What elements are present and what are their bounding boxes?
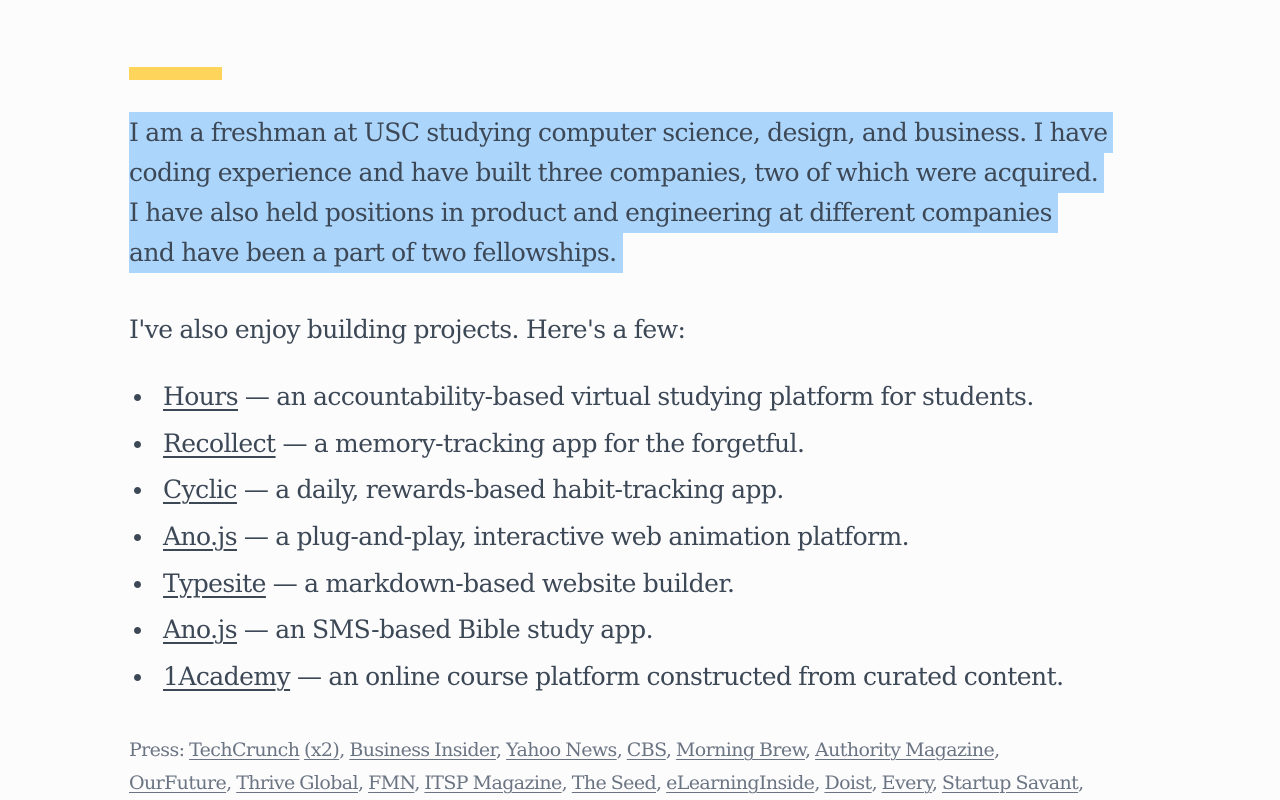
project-item: Ano.js — a plug-and-play, interactive we… bbox=[129, 517, 1064, 564]
project-description: — a plug-and-play, interactive web anima… bbox=[237, 522, 910, 552]
project-item: Ano.js — an SMS-based Bible study app. bbox=[129, 610, 1064, 657]
bullet-icon bbox=[134, 627, 141, 635]
press-link-startup-savant[interactable]: Startup Savant bbox=[942, 772, 1079, 794]
intro-line-text: and have been a part of two fellowships. bbox=[129, 232, 623, 273]
press-link-techcrunch-2[interactable]: (x2) bbox=[304, 739, 340, 761]
press-link-itsp-magazine[interactable]: ITSP Magazine bbox=[424, 772, 562, 794]
intro-line: and have been a part of two fellowships. bbox=[129, 232, 1189, 273]
press-link-business-insider[interactable]: Business Insider bbox=[349, 739, 496, 761]
press-label: Press: bbox=[129, 739, 190, 761]
press-link-fmn[interactable]: FMN bbox=[368, 772, 415, 794]
press-link-authority-magazine[interactable]: Authority Magazine bbox=[815, 739, 995, 761]
project-description: — an SMS-based Bible study app. bbox=[237, 615, 654, 645]
project-item: Cyclic — a daily, rewards-based habit-tr… bbox=[129, 470, 1064, 517]
bullet-icon bbox=[134, 394, 141, 401]
press-link-morning-brew[interactable]: Morning Brew bbox=[676, 739, 806, 761]
project-link-1academy[interactable]: 1Academy bbox=[163, 662, 291, 691]
bullet-icon bbox=[134, 487, 141, 495]
bullet-icon bbox=[134, 674, 141, 682]
press-link-the-seed[interactable]: The Seed bbox=[572, 772, 657, 794]
intro-line-text: I have also held positions in product an… bbox=[129, 192, 1058, 233]
project-item: Recollect — a memory-tracking app for th… bbox=[129, 424, 1064, 471]
press-link-yahoo-news[interactable]: Yahoo News bbox=[506, 739, 617, 761]
intro-line: coding experience and have built three c… bbox=[129, 152, 1189, 193]
press-link-cbs[interactable]: CBS bbox=[627, 739, 667, 761]
project-item: 1Academy — an online course platform con… bbox=[129, 657, 1064, 704]
intro-line-text: coding experience and have built three c… bbox=[129, 152, 1105, 193]
bullet-icon bbox=[134, 440, 141, 448]
press-link-elearninginside[interactable]: eLearningInside bbox=[666, 772, 815, 794]
intro-line: I have also held positions in product an… bbox=[129, 192, 1189, 233]
bullet-icon bbox=[134, 534, 141, 542]
project-description: — an online course platform constructed … bbox=[290, 662, 1064, 692]
press-link-techcrunch[interactable]: TechCrunch bbox=[189, 739, 300, 761]
project-link-cyclic[interactable]: Cyclic bbox=[163, 475, 238, 504]
accent-bar bbox=[129, 67, 222, 80]
press-link-ourfuture[interactable]: OurFuture bbox=[129, 772, 227, 794]
project-link-anojs-bible[interactable]: Ano.js bbox=[163, 615, 238, 644]
projects-intro: I've also enjoy building projects. Here'… bbox=[129, 315, 686, 344]
project-description: — a memory-tracking app for the forgetfu… bbox=[275, 428, 805, 458]
intro-line-text: I am a freshman at USC studying computer… bbox=[129, 112, 1114, 153]
press-link-doist[interactable]: Doist bbox=[824, 772, 872, 794]
project-link-typesite[interactable]: Typesite bbox=[163, 569, 266, 598]
project-link-hours[interactable]: Hours bbox=[163, 382, 239, 411]
project-item: Typesite — a markdown-based website buil… bbox=[129, 564, 1064, 611]
bullet-icon bbox=[134, 580, 141, 588]
project-link-recollect[interactable]: Recollect bbox=[163, 429, 276, 458]
press-section: Press: TechCrunch (x2), Business Insider… bbox=[129, 739, 1084, 794]
project-description: — an accountability-based virtual studyi… bbox=[238, 382, 1034, 411]
intro-paragraph[interactable]: I am a freshman at USC studying computer… bbox=[129, 112, 1189, 273]
press-link-every[interactable]: Every bbox=[882, 772, 933, 794]
project-description: — a daily, rewards-based habit-tracking … bbox=[236, 475, 784, 505]
project-list: Hours — an accountability-based virtual … bbox=[129, 377, 1064, 704]
project-description: — a markdown-based website builder. bbox=[265, 568, 735, 598]
intro-line: I am a freshman at USC studying computer… bbox=[129, 112, 1189, 153]
press-link-thrive-global[interactable]: Thrive Global bbox=[236, 772, 358, 794]
project-item: Hours — an accountability-based virtual … bbox=[129, 377, 1064, 424]
project-link-anojs[interactable]: Ano.js bbox=[163, 522, 238, 551]
